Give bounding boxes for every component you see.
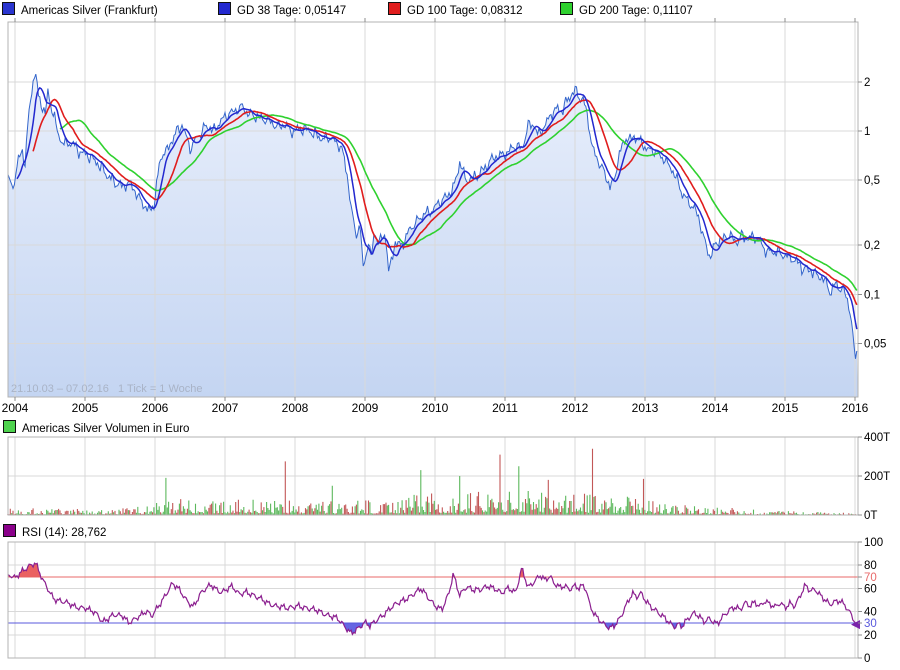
instrument-label: Americas Silver (Frankfurt) <box>21 5 158 17</box>
x-axis-year-label: 2016 <box>842 401 869 415</box>
rsi-axis-label: 30 <box>864 618 877 630</box>
rsi-gridlines <box>8 542 858 658</box>
chart-window: 2004200520062007200820092010201120122013… <box>0 0 900 670</box>
rsi-axis-label: 40 <box>864 607 877 619</box>
volume-axis-label: 200T <box>864 471 890 483</box>
legend-item-rsi: RSI (14): 28,762 <box>3 524 106 540</box>
x-axis-year-label: 2009 <box>352 401 379 415</box>
x-axis-year-label: 2012 <box>562 401 589 415</box>
price-axis-label: 0,05 <box>864 339 886 351</box>
rsi-swatch-icon <box>3 524 16 537</box>
gd200-label: GD 200 Tage: 0,11107 <box>579 5 693 17</box>
gd200-swatch-icon <box>560 2 573 15</box>
gd100-swatch-icon <box>388 2 401 15</box>
rsi-axis-label: 80 <box>864 560 877 572</box>
price-axis-label: 0,5 <box>864 175 880 187</box>
volume-label: Americas Silver Volumen in Euro <box>22 423 189 435</box>
x-axis-year-label: 2014 <box>702 401 729 415</box>
volume-gridlines <box>8 437 858 515</box>
rsi-axis-ticks <box>858 542 862 658</box>
legend-item-gd200: GD 200 Tage: 0,11107 <box>560 2 693 18</box>
rsi-line <box>8 563 857 634</box>
legend-item-gd100: GD 100 Tage: 0,08312 <box>388 2 523 18</box>
gd100-label: GD 100 Tage: 0,08312 <box>407 5 523 17</box>
volume-axis-ticks <box>858 437 862 515</box>
volume-axis-label: 400T <box>864 432 890 444</box>
gd38-label: GD 38 Tage: 0,05147 <box>237 5 346 17</box>
x-axis-year-label: 2006 <box>142 401 169 415</box>
x-axis-year-label: 2008 <box>282 401 309 415</box>
rsi-axis-label: 20 <box>864 630 877 642</box>
price-axis-label: 1 <box>864 126 870 138</box>
legend-item-volume: Americas Silver Volumen in Euro <box>3 420 189 436</box>
gd38-swatch-icon <box>218 2 231 15</box>
x-axis-year-label: 2010 <box>422 401 449 415</box>
volume-axis-label: 0T <box>864 510 877 522</box>
legend-item-gd38: GD 38 Tage: 0,05147 <box>218 2 346 18</box>
rsi-axis-label: 0 <box>864 653 870 665</box>
instrument-swatch-icon <box>2 2 15 15</box>
main-plot-area <box>8 22 858 397</box>
price-axis-label: 2 <box>864 77 870 89</box>
volume-bars-down <box>8 449 856 515</box>
rsi-overbought-fill <box>8 563 858 658</box>
x-axis-year-label: 2005 <box>72 401 99 415</box>
x-axis-year-label: 2015 <box>772 401 799 415</box>
x-axis-year-label: 2004 <box>2 401 29 415</box>
x-axis-year-label: 2013 <box>632 401 659 415</box>
chart-period-watermark: 21.10.03 – 07.02.16 1 Tick = 1 Woche <box>11 383 203 395</box>
price-axis-label: 0,1 <box>864 289 880 301</box>
rsi-label: RSI (14): 28,762 <box>22 527 106 539</box>
rsi-axis-label: 70 <box>864 572 877 584</box>
volume-bars-up <box>12 466 857 514</box>
volume-swatch-icon <box>3 420 16 433</box>
chart-canvas: 2004200520062007200820092010201120122013… <box>0 0 900 670</box>
rsi-plot-border <box>8 542 858 658</box>
x-axis-year-label: 2011 <box>492 401 518 415</box>
price-axis-label: 0,2 <box>864 240 880 252</box>
rsi-axis-label: 100 <box>864 537 883 549</box>
rsi-axis-label: 60 <box>864 583 877 595</box>
x-axis-year-label: 2007 <box>212 401 239 415</box>
legend-item-instrument: Americas Silver (Frankfurt) <box>2 2 158 18</box>
